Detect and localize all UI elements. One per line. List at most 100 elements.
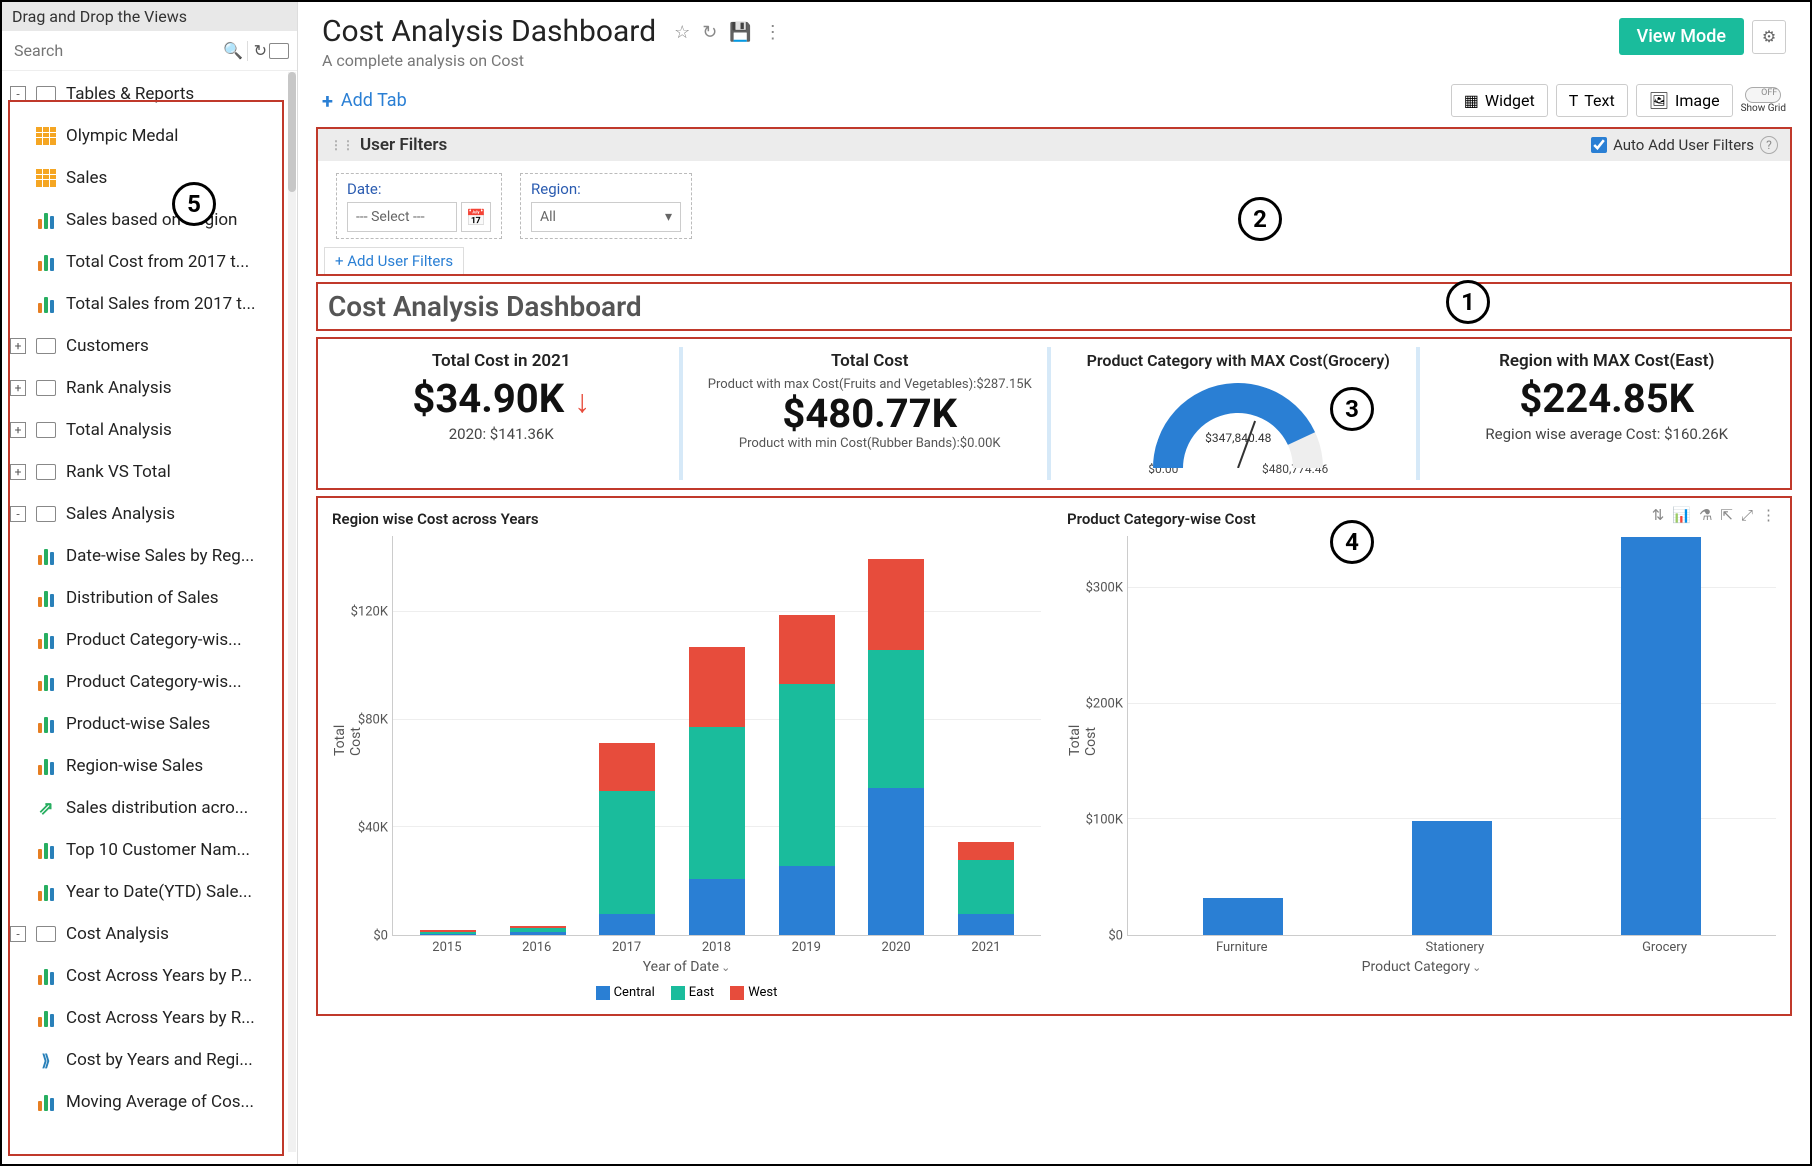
down-arrow-icon: ↓ xyxy=(574,382,590,420)
help-icon[interactable]: ? xyxy=(1760,136,1778,154)
bar xyxy=(689,647,745,935)
expand-icon[interactable]: + xyxy=(10,464,26,480)
calendar-icon[interactable]: 📅 xyxy=(461,202,491,232)
dashboard-title-strip: Cost Analysis Dashboard 1 xyxy=(316,282,1792,331)
expand-icon[interactable]: + xyxy=(10,422,26,438)
ytick: $0 xyxy=(1108,929,1123,944)
tree-item[interactable]: Region-wise Sales xyxy=(2,745,297,787)
search-icon[interactable]: 🔍 xyxy=(223,40,243,62)
callout-1: 1 xyxy=(1446,280,1490,324)
callout-4: 4 xyxy=(1330,520,1374,564)
tree-item[interactable]: Date-wise Sales by Reg... xyxy=(2,535,297,577)
text-label: Text xyxy=(1584,91,1614,110)
chart-type-icon[interactable]: 📊 xyxy=(1672,506,1691,524)
legend-swatch xyxy=(730,986,744,1000)
tree-item[interactable]: Product Category-wis... xyxy=(2,619,297,661)
search-input[interactable] xyxy=(10,37,221,64)
tree-item[interactable]: Cost Across Years by R... xyxy=(2,997,297,1039)
xtick: 2020 xyxy=(882,940,911,955)
grip-icon: ⋮⋮ xyxy=(330,138,354,152)
view-mode-button[interactable]: View Mode xyxy=(1619,18,1744,55)
tree-item[interactable]: Top 10 Customer Nam... xyxy=(2,829,297,871)
callout-3: 3 xyxy=(1330,387,1374,431)
ytick: $0 xyxy=(373,929,388,944)
refresh-icon[interactable]: ↻ xyxy=(254,40,267,62)
expand-icon[interactable]: + xyxy=(10,380,26,396)
xtick: 2018 xyxy=(702,940,731,955)
kpi-footer: Region wise average Cost: $160.26K xyxy=(1436,425,1779,443)
tree-label: Sales xyxy=(66,168,107,188)
tree-folder[interactable]: -Tables & Reports xyxy=(2,73,297,115)
tree-folder[interactable]: +Customers xyxy=(2,325,297,367)
chart-icon xyxy=(34,209,58,231)
tree-item[interactable]: Year to Date(YTD) Sale... xyxy=(2,871,297,913)
tree-item[interactable]: Sales based on Region xyxy=(2,199,297,241)
kpi-value: $480.77K xyxy=(699,392,1042,436)
expand-icon[interactable]: - xyxy=(10,926,26,942)
tree-label: Rank VS Total xyxy=(66,462,171,482)
chart-more-icon[interactable]: ⋮ xyxy=(1761,506,1776,524)
sort-icon[interactable]: ⇅ xyxy=(1652,506,1665,524)
tree-folder[interactable]: + Rank VS Total xyxy=(2,451,297,493)
toggle-switch[interactable] xyxy=(1745,87,1781,103)
folder-icon[interactable] xyxy=(269,40,289,62)
widget-button[interactable]: ▦Widget xyxy=(1451,84,1548,117)
tree-item[interactable]: Product Category-wis... xyxy=(2,661,297,703)
reload-icon[interactable]: ↻ xyxy=(702,22,717,43)
add-tab-button[interactable]: + Add Tab xyxy=(322,89,407,113)
callout-2: 2 xyxy=(1238,197,1282,241)
tree-item[interactable]: ⇗Sales distribution acro... xyxy=(2,787,297,829)
chart-icon xyxy=(34,629,58,651)
tree-item[interactable]: Olympic Medal xyxy=(2,115,297,157)
tree-item[interactable]: ⟫Cost by Years and Regi... xyxy=(2,1039,297,1081)
tree-item[interactable]: Total Sales from 2017 t... xyxy=(2,283,297,325)
tree-folder[interactable]: -Sales Analysis xyxy=(2,493,297,535)
expand-icon[interactable]: ⤢ xyxy=(1741,506,1753,524)
folder-icon xyxy=(34,419,58,441)
tree-item[interactable]: Total Cost from 2017 t... xyxy=(2,241,297,283)
tree-folder[interactable]: +Total Analysis xyxy=(2,409,297,451)
sidebar-scrollbar[interactable] xyxy=(288,72,296,1152)
export-icon[interactable]: ⇱ xyxy=(1720,506,1733,524)
date-filter-select[interactable]: --- Select --- xyxy=(347,202,457,232)
product-category-cost-chart: ⇅ 📊 ⚗ ⇱ ⤢ ⋮ Product Category-wise Cost T… xyxy=(1059,502,1784,1008)
image-icon: 🖼 xyxy=(1649,91,1669,110)
ytick: $300K xyxy=(1086,581,1123,596)
tree-item[interactable]: Cost Across Years by P... xyxy=(2,955,297,997)
chart-icon xyxy=(34,1091,58,1113)
tree-item[interactable]: Product-wise Sales xyxy=(2,703,297,745)
save-icon[interactable]: 💾 xyxy=(729,22,751,43)
bar xyxy=(599,743,655,935)
tree-item[interactable]: Distribution of Sales xyxy=(2,577,297,619)
tree-item[interactable]: Sales xyxy=(2,157,297,199)
show-grid-toggle[interactable]: Show Grid xyxy=(1741,87,1786,114)
sidebar-header: Drag and Drop the Views xyxy=(2,2,297,31)
add-user-filters-button[interactable]: + Add User Filters xyxy=(324,247,464,274)
tree-folder[interactable]: +Rank Analysis xyxy=(2,367,297,409)
text-button[interactable]: TText xyxy=(1556,84,1628,117)
bar xyxy=(510,926,566,935)
legend-item[interactable]: East xyxy=(671,985,714,1000)
tree-folder[interactable]: -Cost Analysis xyxy=(2,913,297,955)
star-icon[interactable]: ☆ xyxy=(674,22,690,43)
more-icon[interactable]: ⋮ xyxy=(764,22,782,43)
expand-icon[interactable]: - xyxy=(10,86,26,102)
gauge-chart: $347,840.48 xyxy=(1153,383,1323,468)
bar xyxy=(1203,898,1283,935)
expand-icon[interactable]: - xyxy=(10,506,26,522)
tree-item[interactable]: Moving Average of Cos... xyxy=(2,1081,297,1123)
ytick: $200K xyxy=(1086,697,1123,712)
xtick: Grocery xyxy=(1642,940,1687,955)
tree-label: Product Category-wis... xyxy=(66,630,242,650)
auto-add-filters-checkbox[interactable] xyxy=(1591,137,1607,153)
analyze-icon[interactable]: ⚗ xyxy=(1699,506,1712,524)
settings-button[interactable]: ⚙ xyxy=(1752,20,1786,54)
charts-row: Region wise Cost across Years Total Cost… xyxy=(316,496,1792,1016)
region-filter-select[interactable]: All▾ xyxy=(531,202,681,232)
image-button[interactable]: 🖼Image xyxy=(1636,84,1733,117)
expand-icon[interactable]: + xyxy=(10,338,26,354)
chart-icon xyxy=(34,251,58,273)
legend-item[interactable]: Central xyxy=(596,985,655,1000)
legend-item[interactable]: West xyxy=(730,985,777,1000)
xtick: 2016 xyxy=(522,940,551,955)
